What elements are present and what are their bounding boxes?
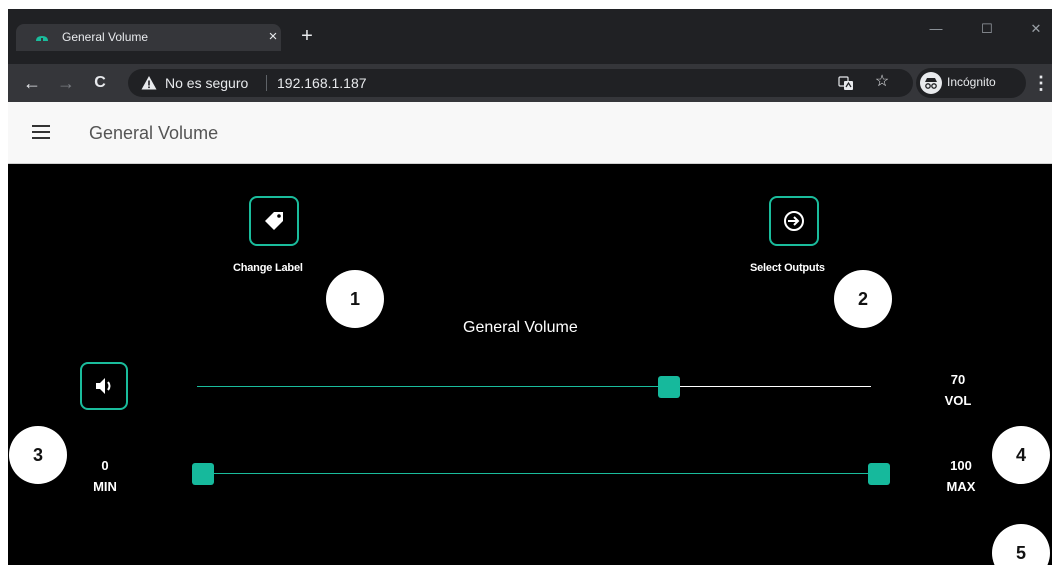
- volume-track-filled[interactable]: [197, 386, 669, 387]
- incognito-badge[interactable]: Incógnito: [916, 68, 1026, 98]
- page-title: General Volume: [89, 123, 219, 143]
- translate-icon[interactable]: [838, 75, 854, 91]
- section-title: General Volume: [463, 319, 578, 336]
- incognito-icon: [920, 72, 942, 94]
- volume-slider-thumb[interactable]: [657, 376, 680, 398]
- callout-marker: 2: [834, 270, 892, 328]
- warning-icon: [141, 76, 157, 90]
- tab-strip: General Volume × + — ☐ ✕: [8, 9, 1052, 64]
- back-icon[interactable]: ←: [20, 71, 44, 95]
- speaker-icon: [96, 378, 111, 394]
- range-track[interactable]: [197, 473, 871, 474]
- callout-marker: 1: [326, 270, 384, 328]
- callout-marker: 5: [992, 524, 1050, 565]
- maximize-icon[interactable]: ☐: [975, 19, 999, 39]
- browser-tab[interactable]: General Volume ×: [16, 24, 281, 51]
- minimize-icon[interactable]: —: [924, 19, 948, 39]
- min-label: MIN: [93, 479, 117, 494]
- change-label-button[interactable]: [249, 196, 299, 246]
- new-tab-button[interactable]: +: [296, 25, 318, 47]
- volume-value: 70: [950, 372, 966, 387]
- browser-menu-icon[interactable]: ⋮: [1032, 72, 1050, 94]
- app-header: General Volume: [8, 102, 1052, 164]
- tag-icon: [265, 212, 283, 230]
- cloud-icon: [36, 36, 48, 41]
- address-bar[interactable]: No es seguro 192.168.1.187 ☆: [128, 69, 913, 97]
- select-outputs-button[interactable]: [769, 196, 819, 246]
- star-icon[interactable]: ☆: [872, 72, 892, 92]
- min-value: 0: [101, 458, 109, 473]
- change-label-text: Change Label: [233, 262, 303, 274]
- callout-marker: 3: [9, 426, 67, 484]
- omnibox-divider: [266, 75, 267, 91]
- volume-panel: Change Label Select Outputs General Volu…: [8, 164, 1052, 565]
- callout-marker: 4: [992, 426, 1050, 484]
- url-text[interactable]: 192.168.1.187: [277, 75, 367, 91]
- browser-window: General Volume × + — ☐ ✕ ← → C No es seg…: [8, 9, 1052, 565]
- reload-icon[interactable]: C: [88, 71, 112, 95]
- range-max-thumb[interactable]: [868, 463, 890, 485]
- max-label: MAX: [946, 479, 976, 494]
- incognito-label: Incógnito: [947, 75, 996, 89]
- mute-button[interactable]: [80, 362, 128, 410]
- browser-toolbar: ← → C No es seguro 192.168.1.187 ☆ Incóg…: [8, 64, 1052, 102]
- window-close-icon[interactable]: ✕: [1024, 19, 1048, 39]
- tab-close-icon[interactable]: ×: [265, 27, 281, 47]
- volume-unit-label: VOL: [944, 393, 972, 408]
- forward-icon[interactable]: →: [54, 71, 78, 95]
- max-value: 100: [950, 458, 972, 473]
- security-status[interactable]: No es seguro: [165, 75, 248, 91]
- sign-in-arrow-icon: [784, 211, 804, 231]
- tab-title: General Volume: [62, 30, 149, 44]
- select-outputs-text: Select Outputs: [750, 262, 825, 274]
- volume-track[interactable]: [668, 386, 871, 387]
- hamburger-icon[interactable]: [32, 125, 52, 141]
- range-min-thumb[interactable]: [192, 463, 214, 485]
